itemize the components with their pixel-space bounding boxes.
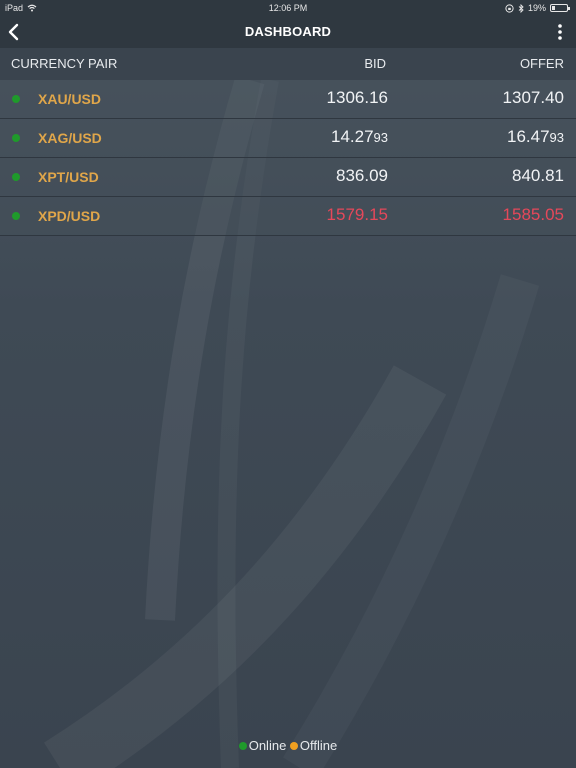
legend-offline: Offline [299, 738, 338, 753]
bid-price-main: 1579. [326, 205, 370, 224]
bid-price-tail: 15 [369, 205, 388, 224]
offer-price: 840.81 [512, 166, 564, 186]
battery-icon [550, 4, 570, 12]
header-currency-pair: CURRENCY PAIR [11, 56, 118, 71]
table-header: CURRENCY PAIR BID OFFER [0, 48, 576, 80]
offer-price-tail: 40 [545, 88, 564, 107]
bid-price-tail: 93 [373, 130, 388, 145]
bluetooth-icon [518, 3, 524, 13]
header-bid: BID [364, 56, 386, 71]
offer-price: 16.4793 [507, 127, 564, 147]
currency-pair: XPD/USD [38, 208, 101, 224]
table-row[interactable]: XAU/USD 1306.16 1307.40 [0, 80, 576, 119]
offer-price: 1585.05 [503, 205, 564, 225]
quotes-table: XAU/USD 1306.16 1307.40 XAG/USD 14.2793 … [0, 80, 576, 236]
table-row[interactable]: XPT/USD 836.09 840.81 [0, 158, 576, 197]
page-title: DASHBOARD [244, 24, 332, 39]
bid-price: 836.09 [336, 166, 388, 186]
bid-price-tail: 16 [369, 88, 388, 107]
status-bar: iPad 12:06 PM 19% [0, 0, 576, 16]
offer-price-main: 16.47 [506, 127, 550, 146]
status-dot-online [12, 212, 20, 220]
offer-price-main: 1585. [502, 205, 546, 224]
offer-price-tail: 05 [545, 205, 564, 224]
table-row[interactable]: XAG/USD 14.2793 16.4793 [0, 119, 576, 158]
currency-pair: XPT/USD [38, 169, 99, 185]
offer-price-main: 1307. [502, 88, 546, 107]
offer-price-tail: 93 [549, 130, 564, 145]
legend-online: Online [248, 738, 287, 753]
bid-price: 1306.16 [327, 88, 388, 108]
more-vertical-icon[interactable] [556, 23, 564, 41]
offer-price-main: 840. [511, 166, 546, 185]
battery-percent: 19% [527, 3, 546, 13]
bid-price-main: 14.27 [330, 127, 374, 146]
status-time: 12:06 PM [268, 3, 308, 13]
offer-price-tail: 81 [545, 166, 564, 185]
currency-pair: XAG/USD [38, 130, 102, 146]
offer-price: 1307.40 [503, 88, 564, 108]
table-row[interactable]: XPD/USD 1579.15 1585.05 [0, 197, 576, 236]
header-offer: OFFER [519, 56, 564, 71]
status-legend: Online Offline [0, 738, 576, 753]
nav-bar: DASHBOARD [0, 16, 576, 48]
bid-price: 1579.15 [327, 205, 388, 225]
bid-price-main: 836. [335, 166, 370, 185]
online-dot-icon [238, 741, 247, 750]
bid-price: 14.2793 [331, 127, 388, 147]
bid-price-main: 1306. [326, 88, 370, 107]
status-dot-online [12, 95, 20, 103]
status-dot-online [12, 134, 20, 142]
orientation-lock-icon [505, 3, 514, 13]
offline-dot-icon [289, 741, 298, 750]
status-dot-online [12, 173, 20, 181]
currency-pair: XAU/USD [38, 91, 102, 107]
bid-price-tail: 09 [369, 166, 388, 185]
